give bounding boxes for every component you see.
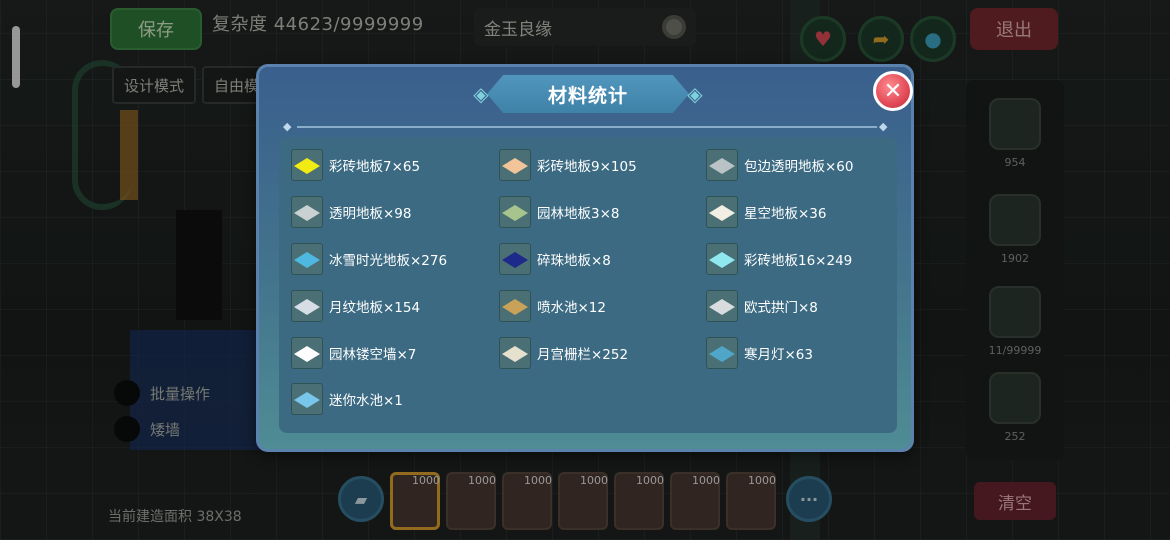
starry-tile-icon: [499, 243, 531, 275]
peach-tile-icon: [499, 149, 531, 181]
list-item: 星空地板×36: [706, 194, 827, 230]
white-tile-icon: [706, 196, 738, 228]
list-item: 迷你水池×1: [291, 381, 403, 417]
moon-tile-icon: [291, 290, 323, 322]
material-stats-dialog: ◈ 材料统计 ◈ ✕ ◆ ◆ 彩砖地板7×65 彩砖地板9×105 包边透明地板×6…: [256, 64, 914, 452]
cyan-tile-icon: [706, 243, 738, 275]
list-item: 碎珠地板×8: [499, 241, 611, 277]
material-label: 园林镂空墙×7: [329, 347, 417, 363]
divider-cap-icon: ◆: [879, 120, 888, 133]
material-label: 彩砖地板9×105: [537, 159, 637, 175]
list-item: 寒月灯×63: [706, 335, 813, 371]
material-list: 彩砖地板7×65 彩砖地板9×105 包边透明地板×60 透明地板×98 园林地板3×8…: [279, 137, 897, 433]
fence-icon: [499, 337, 531, 369]
close-button[interactable]: ✕: [873, 71, 913, 111]
material-label: 碎珠地板×8: [537, 253, 611, 269]
material-label: 月纹地板×154: [329, 300, 421, 316]
list-item: 彩砖地板7×65: [291, 147, 420, 183]
list-item: 冰雪时光地板×276: [291, 241, 447, 277]
hollow-wall-icon: [291, 337, 323, 369]
material-label: 迷你水池×1: [329, 393, 403, 409]
material-label: 寒月灯×63: [744, 347, 813, 363]
lamp-icon: [706, 337, 738, 369]
title-divider: ◆ ◆: [283, 121, 891, 133]
gray-tile-icon: [706, 149, 738, 181]
dialog-title-banner: ◈ 材料统计 ◈: [469, 75, 707, 113]
list-item: 彩砖地板16×249: [706, 241, 852, 277]
material-label: 园林地板3×8: [537, 206, 620, 222]
material-label: 欧式拱门×8: [744, 300, 818, 316]
list-item: 月宫栅栏×252: [499, 335, 628, 371]
list-item: 透明地板×98: [291, 194, 412, 230]
divider-cap-icon: ◆: [283, 120, 292, 133]
material-label: 透明地板×98: [329, 206, 412, 222]
material-label: 星空地板×36: [744, 206, 827, 222]
fountain-icon: [499, 290, 531, 322]
list-item: 园林地板3×8: [499, 194, 620, 230]
material-label: 彩砖地板7×65: [329, 159, 421, 175]
material-label: 月宫栅栏×252: [537, 347, 629, 363]
arch-door-icon: [706, 290, 738, 322]
material-label: 喷水池×12: [537, 300, 606, 316]
list-item: 包边透明地板×60: [706, 147, 854, 183]
garden-tile-icon: [499, 196, 531, 228]
material-label: 包边透明地板×60: [744, 159, 854, 175]
ornament-icon: ◈: [687, 82, 703, 106]
dialog-title: 材料统计: [487, 75, 689, 113]
mini-pool-icon: [291, 383, 323, 415]
yellow-tile-icon: [291, 149, 323, 181]
ice-tile-icon: [291, 243, 323, 275]
list-item: 欧式拱门×8: [706, 288, 818, 324]
material-label: 冰雪时光地板×276: [329, 253, 448, 269]
list-item: 园林镂空墙×7: [291, 335, 416, 371]
gray-tile-icon: [291, 196, 323, 228]
list-item: 彩砖地板9×105: [499, 147, 637, 183]
material-label: 彩砖地板16×249: [744, 253, 853, 269]
list-item: 月纹地板×154: [291, 288, 420, 324]
list-item: 喷水池×12: [499, 288, 606, 324]
